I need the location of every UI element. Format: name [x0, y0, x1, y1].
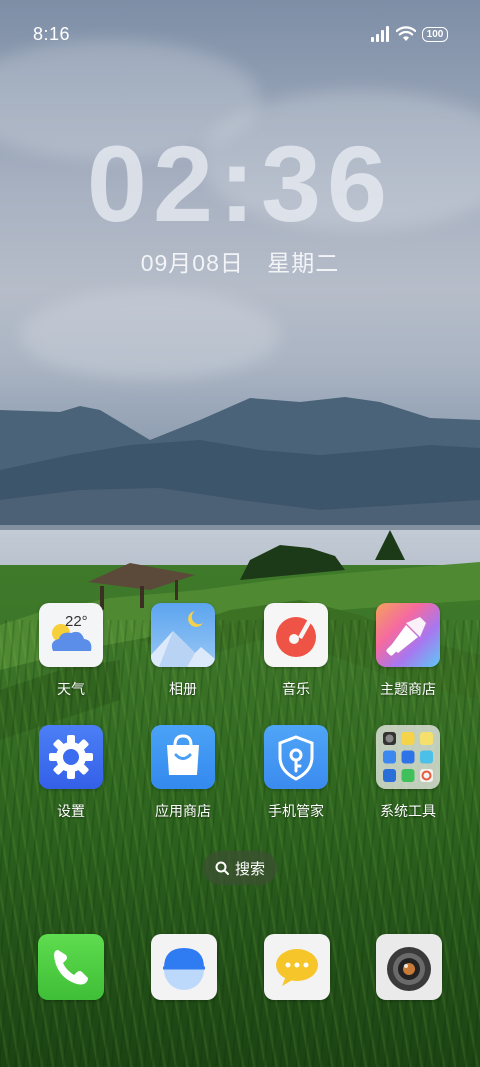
app-system-tools-folder[interactable]: 系统工具 — [360, 725, 456, 821]
date-text: 09月08日 — [140, 250, 244, 276]
app-label: 相册 — [169, 681, 197, 697]
search-button[interactable]: 搜索 — [203, 851, 277, 885]
app-app-store[interactable]: 应用商店 — [135, 725, 231, 821]
dock-camera[interactable] — [376, 934, 442, 1000]
messages-icon — [276, 949, 318, 986]
dock-messages[interactable] — [264, 934, 330, 1000]
app-phone-manager[interactable]: 手机管家 — [248, 725, 344, 821]
app-label: 系统工具 — [380, 803, 436, 819]
signal-icon — [371, 26, 389, 42]
search-icon — [215, 861, 229, 875]
gallery-icon — [151, 603, 215, 667]
app-music[interactable]: 音乐 — [248, 603, 344, 699]
wifi-icon — [396, 26, 416, 41]
app-theme-store[interactable]: 主题商店 — [360, 603, 456, 699]
browser-icon — [163, 948, 205, 990]
dock-phone[interactable] — [38, 934, 104, 1000]
status-time: 8:16 — [33, 24, 71, 44]
app-label: 设置 — [57, 803, 85, 819]
phone-icon — [54, 950, 88, 985]
battery-indicator: 100 — [422, 26, 448, 42]
app-label: 手机管家 — [268, 803, 324, 819]
date-line: 09月08日 星期二 — [0, 244, 480, 278]
app-label: 应用商店 — [155, 803, 211, 819]
app-store-bag-icon — [151, 725, 215, 789]
music-icon — [264, 603, 328, 667]
app-label: 天气 — [57, 681, 85, 697]
weather-icon: 22° — [39, 603, 103, 667]
system-tools-folder-icon — [376, 725, 440, 789]
camera-icon — [387, 947, 431, 991]
app-gallery[interactable]: 相册 — [135, 603, 231, 699]
settings-gear-icon — [39, 725, 103, 789]
app-label: 音乐 — [282, 681, 310, 697]
status-bar: 8:16 100 — [0, 0, 480, 68]
app-settings[interactable]: 设置 — [23, 725, 119, 821]
status-icons: 100 — [370, 24, 448, 44]
search-label: 搜索 — [234, 860, 265, 878]
big-clock: 02:36 — [86, 123, 394, 244]
app-label: 主题商店 — [380, 681, 436, 697]
theme-store-icon — [376, 603, 440, 667]
dock-browser[interactable] — [151, 934, 217, 1000]
app-weather[interactable]: 22° 天气 — [23, 603, 119, 699]
weekday-text: 星期二 — [267, 250, 340, 276]
phone-manager-shield-icon — [264, 725, 328, 789]
weather-temp: 22° — [65, 613, 88, 630]
